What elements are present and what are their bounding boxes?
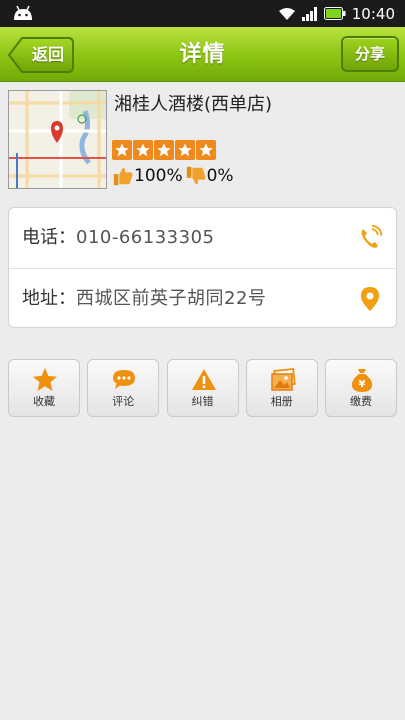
action-bar: 收藏 评论 纠错 相册 ¥ 缴费	[8, 359, 397, 417]
back-label: 返回	[31, 45, 64, 64]
report-error-label: 纠错	[191, 395, 214, 408]
like-dislike-ratio: 100% 0%	[112, 165, 234, 187]
phone-value: 010-66133305	[76, 227, 215, 248]
comment-button[interactable]: 评论	[87, 359, 160, 417]
report-error-button[interactable]: 纠错	[166, 359, 239, 417]
status-bar: 10:40	[0, 0, 405, 27]
comment-label: 评论	[112, 395, 135, 408]
signal-icon	[301, 6, 317, 21]
album-label: 相册	[270, 395, 293, 408]
star-icon	[33, 368, 57, 391]
like-percent: 100%	[134, 166, 183, 186]
dislike-percent: 0%	[206, 166, 234, 186]
android-icon	[14, 5, 32, 20]
detail-card: 电话：010-66133305 地址：西城区前英子胡同22号	[8, 207, 397, 328]
album-button[interactable]: 相册	[245, 359, 318, 417]
poi-name: 湘桂人酒楼(西单店)	[114, 94, 273, 115]
phone-call-icon[interactable]	[358, 225, 382, 251]
warning-icon	[191, 369, 216, 390]
phone-label: 电话：	[22, 227, 76, 248]
map-image	[9, 91, 106, 188]
star-icon	[133, 140, 153, 160]
star-icon	[112, 140, 132, 160]
favorite-label: 收藏	[33, 395, 55, 408]
battery-icon	[323, 7, 346, 20]
back-button[interactable]: 返回	[8, 37, 74, 73]
map-thumbnail[interactable]	[8, 90, 107, 189]
share-button[interactable]: 分享	[341, 36, 399, 72]
phone-text: 电话：010-66133305	[22, 208, 214, 268]
svg-text:¥: ¥	[359, 379, 366, 390]
location-pin-icon[interactable]	[358, 286, 382, 312]
address-value: 西城区前英子胡同22号	[76, 288, 267, 309]
album-icon	[271, 368, 296, 391]
thumbs-up-icon	[113, 167, 133, 186]
payment-button[interactable]: ¥ 缴费	[325, 359, 397, 417]
comment-icon	[113, 370, 136, 389]
address-row[interactable]: 地址：西城区前英子胡同22号	[9, 268, 396, 328]
money-bag-icon: ¥	[351, 369, 373, 392]
title-bar: 详情 返回 分享	[0, 27, 405, 82]
rating-stars	[112, 140, 216, 160]
wifi-icon	[278, 7, 295, 20]
status-time: 10:40	[351, 4, 395, 23]
favorite-button[interactable]: 收藏	[8, 359, 80, 417]
address-text: 地址：西城区前英子胡同22号	[22, 269, 266, 329]
payment-label: 缴费	[350, 395, 372, 408]
star-icon	[196, 140, 216, 160]
star-icon	[154, 140, 174, 160]
thumbs-down-icon	[186, 166, 206, 185]
star-icon	[175, 140, 195, 160]
phone-row[interactable]: 电话：010-66133305	[9, 208, 396, 268]
address-label: 地址：	[22, 288, 76, 309]
